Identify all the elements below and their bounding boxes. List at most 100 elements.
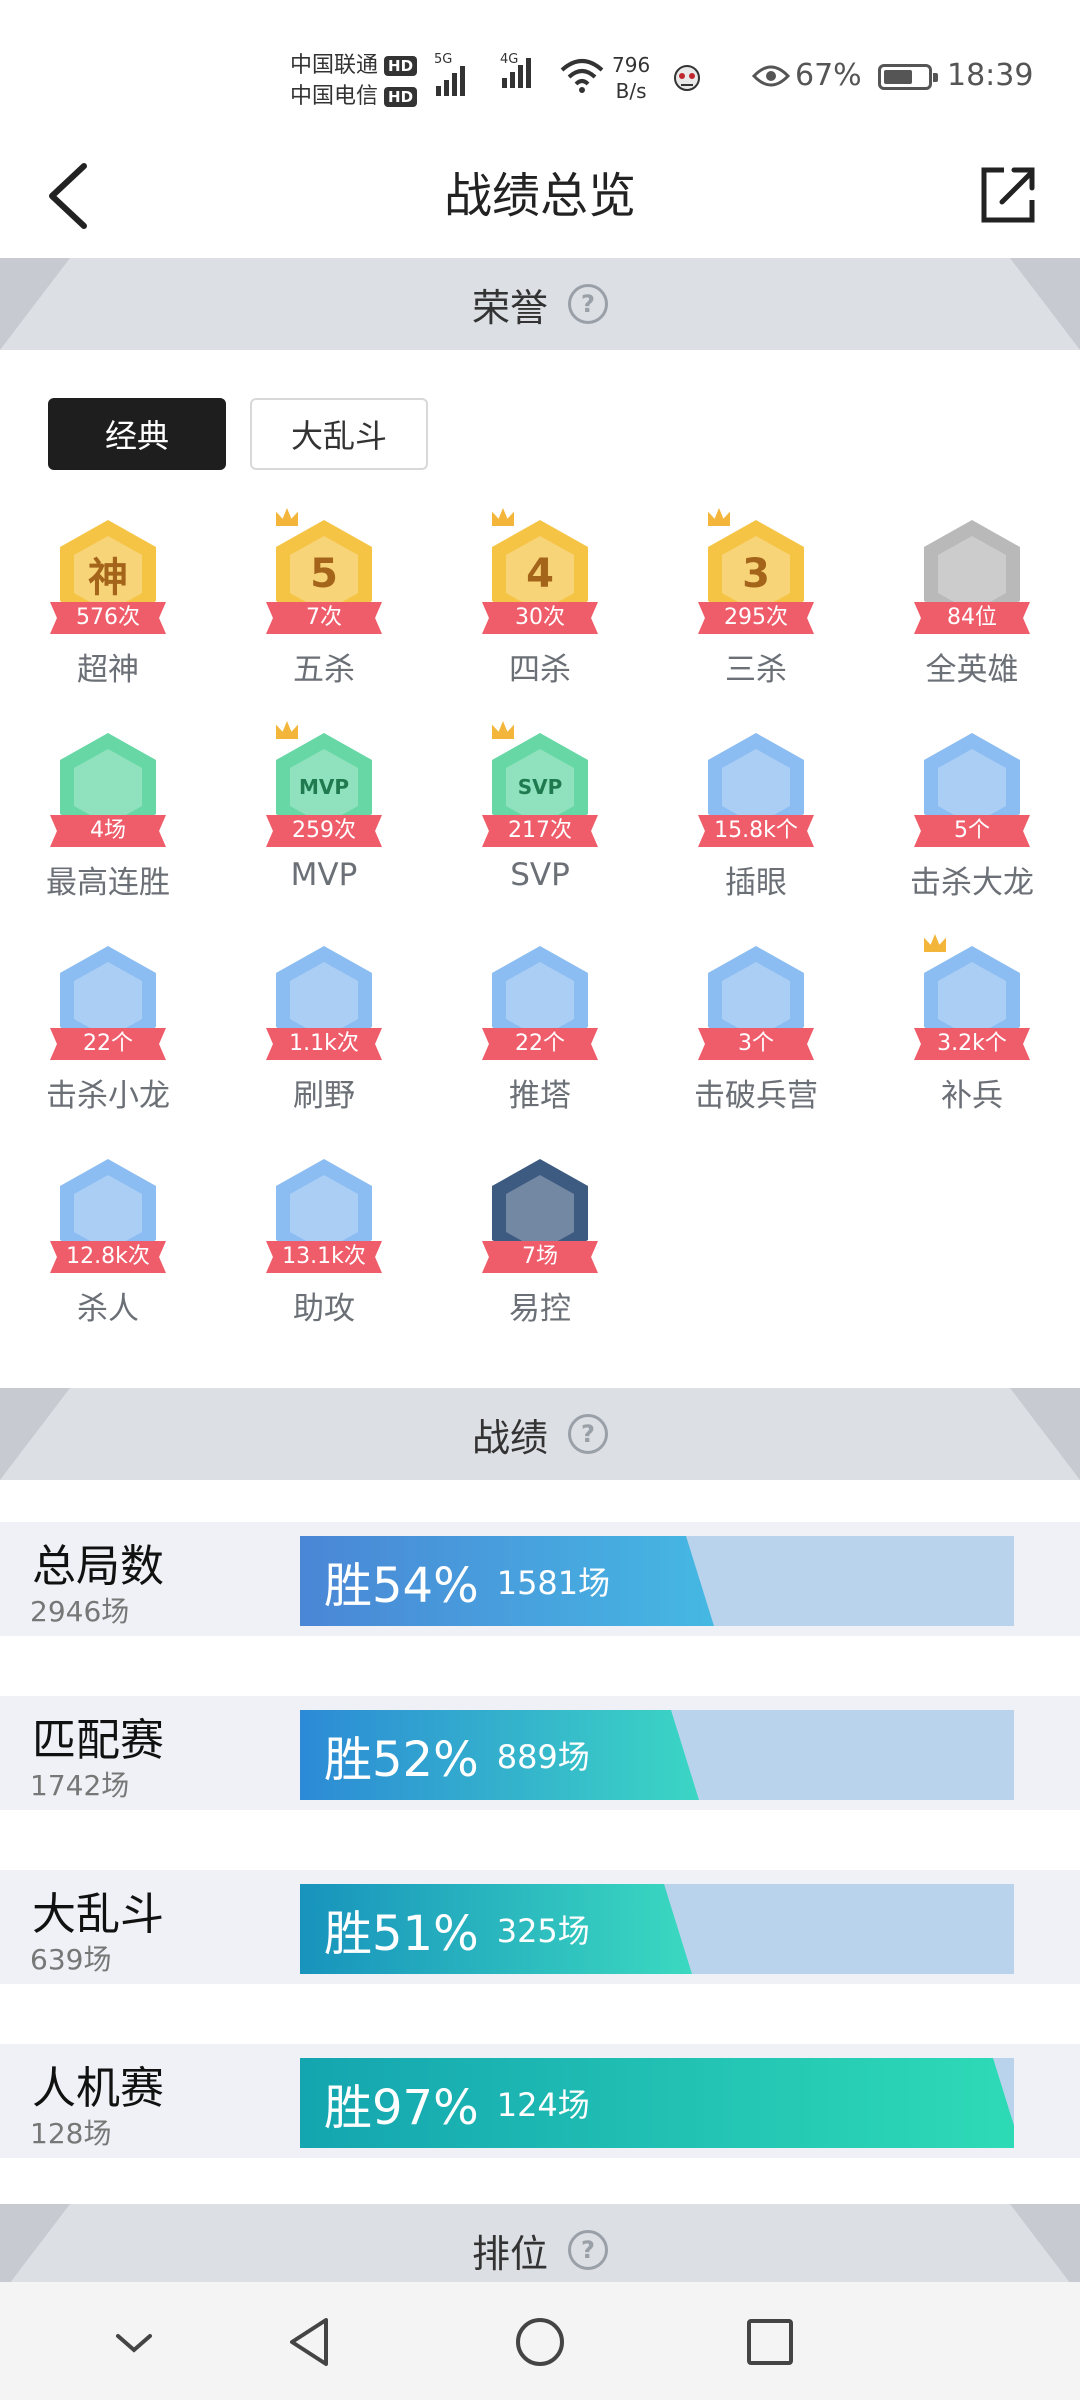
honor-count-badge: 7场	[482, 1241, 598, 1273]
honor-badge[interactable]: 4 30次 四杀	[432, 508, 648, 720]
win-rate-text: 胜52%	[324, 1732, 479, 1788]
honor-label: 补兵	[941, 1078, 1003, 1114]
honor-badge[interactable]: 3个 击破兵营	[648, 946, 864, 1146]
record-section-title: 战绩	[471, 1415, 548, 1460]
honor-label: 杀人	[77, 1291, 139, 1327]
share-external-icon[interactable]	[978, 162, 1038, 228]
honor-count-badge: 259次	[266, 815, 382, 847]
honor-badge[interactable]: 84位 全英雄	[864, 520, 1080, 720]
honor-badge[interactable]: 15.8k个插眼	[648, 733, 864, 933]
honor-medal-glyph: 4	[506, 536, 574, 612]
honor-medal-glyph	[74, 1175, 142, 1251]
record-row[interactable]: 大乱斗 639场 胜51% 325场	[0, 1870, 1080, 1984]
honor-medal-glyph	[722, 749, 790, 825]
network-speed: 796 B/s	[612, 52, 650, 104]
carrier-info: 中国联通 HD 中国电信 HD	[290, 50, 418, 112]
win-rate-text: 胜54%	[324, 1558, 479, 1614]
honor-medal-glyph: MVP	[290, 749, 358, 825]
record-row[interactable]: 人机赛 128场 胜97% 124场	[0, 2044, 1080, 2158]
speed-unit: B/s	[615, 79, 647, 103]
win-rate-bar: 胜51% 325场	[300, 1884, 1014, 1974]
eye-comfort-icon	[752, 65, 790, 87]
honor-count-badge: 4场	[50, 815, 166, 847]
win-rate-bar: 胜54% 1581场	[300, 1536, 1014, 1626]
honor-badge[interactable]: 5个 击杀大龙	[864, 733, 1080, 933]
record-total-games: 2946场	[30, 1595, 130, 1628]
crown-icon	[492, 508, 514, 526]
win-rate-bar: 胜97% 124场	[300, 2058, 1014, 2148]
honor-badge[interactable]: 22个 击杀小龙	[0, 946, 216, 1146]
honor-count-badge: 13.1k次	[266, 1241, 382, 1273]
crown-icon	[276, 508, 298, 526]
honor-badge[interactable]: 3 295次 三杀	[648, 508, 864, 720]
rank-section-title: 排位	[471, 2231, 548, 2276]
record-total-games: 128场	[30, 2117, 112, 2150]
crown-icon	[276, 721, 298, 739]
honor-medal-glyph	[290, 962, 358, 1038]
honor-badge[interactable]: 神 576次 超神	[0, 520, 216, 720]
honor-count-badge: 5个	[914, 815, 1030, 847]
help-question-icon[interactable]: ?	[568, 284, 608, 324]
honor-badge[interactable]: 22个 推塔	[432, 946, 648, 1146]
honor-label: 击杀小龙	[46, 1078, 170, 1114]
honor-medal-glyph: SVP	[506, 749, 574, 825]
recents-square-icon[interactable]	[740, 2312, 800, 2372]
honor-count-badge: 12.8k次	[50, 1241, 166, 1273]
help-question-icon[interactable]: ?	[568, 1414, 608, 1454]
home-circle-icon[interactable]	[510, 2312, 570, 2372]
honor-medal-glyph: 3	[722, 536, 790, 612]
carrier-1: 中国联通	[290, 53, 379, 78]
clock: 18:39	[947, 58, 1034, 93]
app-header: 战绩总览	[0, 140, 1080, 258]
honor-badge[interactable]: 5 7次五杀	[216, 508, 432, 720]
record-row[interactable]: 总局数 2946场 胜54% 1581场	[0, 1522, 1080, 1636]
battery-percent: 67%	[795, 58, 862, 93]
honor-count-badge: 7次	[266, 602, 382, 634]
record-mode-name: 总局数	[32, 1541, 164, 1592]
win-games-text: 889场	[496, 1738, 590, 1776]
record-mode-name: 人机赛	[32, 2063, 164, 2114]
system-nav-bar	[0, 2282, 1080, 2400]
carrier-2: 中国电信	[290, 84, 379, 109]
honor-badge[interactable]: SVP 217次 SVP	[432, 721, 648, 933]
honor-medal-glyph	[74, 962, 142, 1038]
honor-count-badge: 1.1k次	[266, 1028, 382, 1060]
honor-count-badge: 22个	[482, 1028, 598, 1060]
win-rate-bar: 胜52% 889场	[300, 1710, 1014, 1800]
wifi-icon	[560, 59, 604, 93]
honor-label: 最高连胜	[46, 865, 170, 901]
honor-badge[interactable]: MVP 259次 MVP	[216, 721, 432, 933]
honor-label: 五杀	[293, 652, 355, 688]
honor-label: 助攻	[293, 1291, 355, 1327]
honor-badge[interactable]: 3.2k个 补兵	[864, 934, 1080, 1146]
crown-icon	[924, 934, 946, 952]
honor-section-banner: 荣誉 ?	[0, 258, 1080, 350]
honor-label: 超神	[77, 652, 139, 688]
hd-badge: HD	[384, 55, 418, 76]
net-label-4g: 4G	[500, 52, 519, 67]
honor-badge[interactable]: 12.8k次杀人	[0, 1159, 216, 1359]
honor-badge[interactable]: 4场最高连胜	[0, 733, 216, 933]
tab-classic[interactable]: 经典	[48, 398, 226, 470]
honor-medal-glyph: 5	[290, 536, 358, 612]
honor-label: 插眼	[725, 865, 787, 901]
collapse-icon[interactable]	[104, 2312, 164, 2372]
help-question-icon[interactable]: ?	[568, 2230, 608, 2270]
back-triangle-icon[interactable]	[280, 2312, 340, 2372]
honor-medal-glyph	[722, 962, 790, 1038]
win-rate-text: 胜97%	[324, 2080, 479, 2136]
honor-count-badge: 15.8k个	[698, 815, 814, 847]
record-row[interactable]: 匹配赛 1742场 胜52% 889场	[0, 1696, 1080, 1810]
status-bar: 中国联通 HD 中国电信 HD 5G 4G 796 B/s 67% 18:39	[0, 0, 1080, 140]
honor-medal-glyph	[938, 749, 1006, 825]
tab-brawl[interactable]: 大乱斗	[250, 398, 428, 470]
honor-badge[interactable]: 13.1k次助攻	[216, 1159, 432, 1359]
honor-badge[interactable]: 7场 易控	[432, 1159, 648, 1359]
signal-5g-icon: 5G	[434, 52, 465, 96]
honor-count-badge: 576次	[50, 602, 166, 634]
honor-count-badge: 295次	[698, 602, 814, 634]
page-title: 战绩总览	[443, 168, 636, 224]
honor-badge[interactable]: 1.1k次 刷野	[216, 946, 432, 1146]
app-notification-icon	[674, 65, 700, 91]
honor-label: 全英雄	[925, 652, 1019, 688]
